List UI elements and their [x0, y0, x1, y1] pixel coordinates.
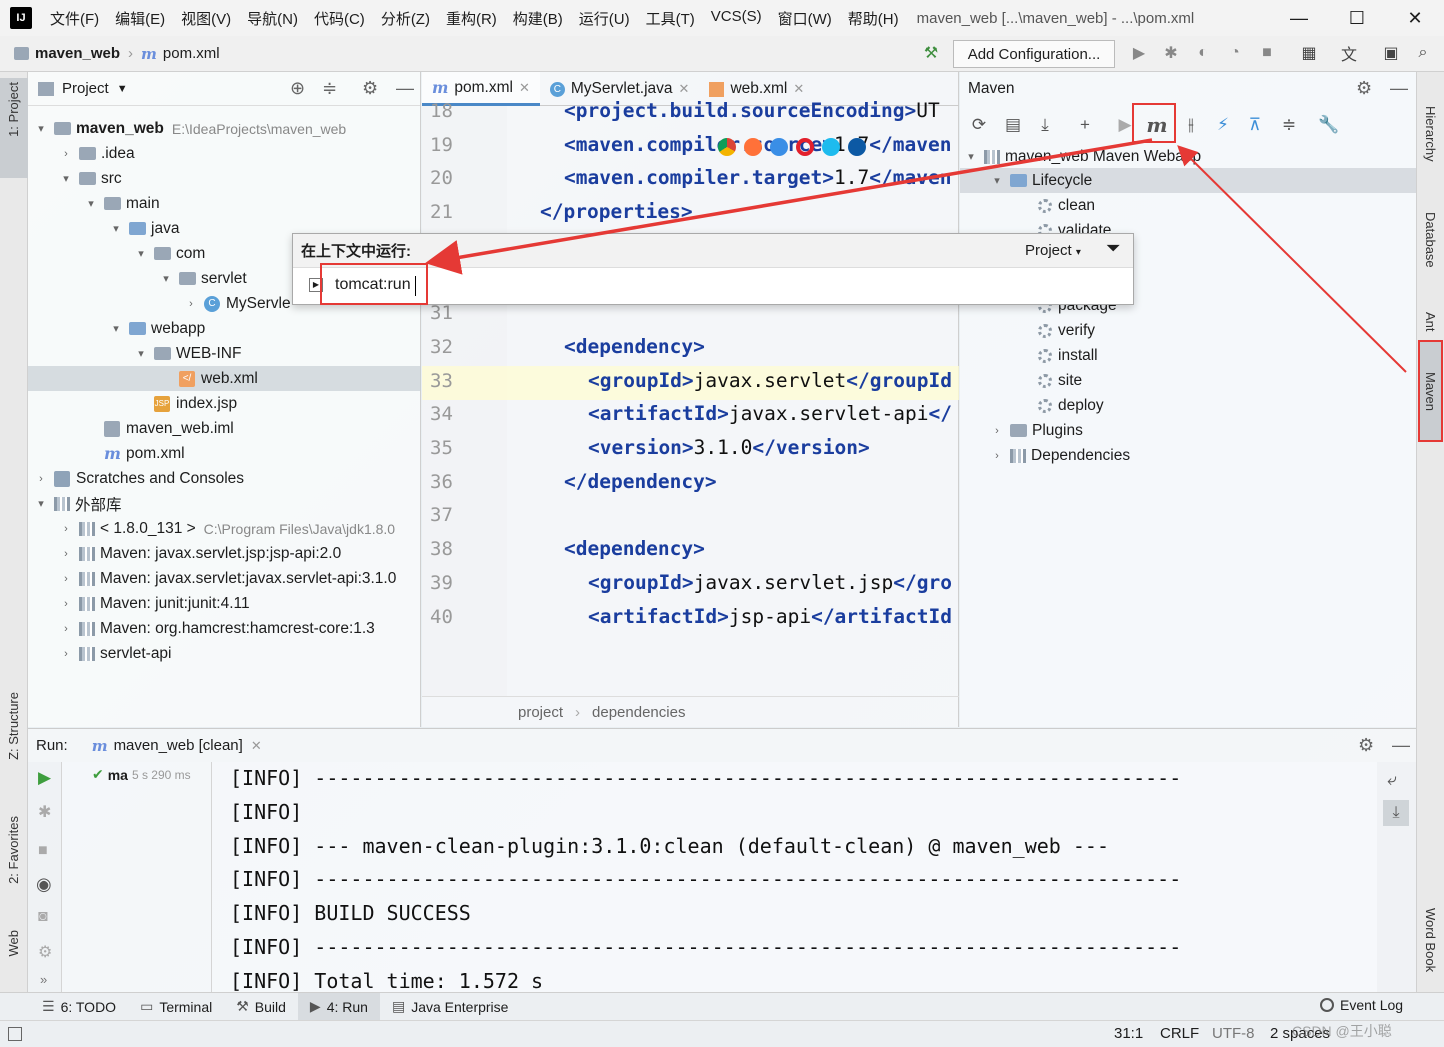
bottom-tab-label: Build	[254, 998, 286, 1015]
check-icon: ✔	[92, 766, 104, 782]
stop-icon[interactable]: ■	[38, 842, 48, 860]
status-bar: 31:1 CRLF UTF-8 2 spaces CSDN @王小聪	[0, 1020, 1444, 1047]
line-separator[interactable]: CRLF	[1160, 1025, 1199, 1042]
maven-run-icon: m	[91, 736, 108, 755]
event-log-tab[interactable]: Event Log	[1320, 997, 1403, 1013]
bottom-tab-label: 6: TODO	[60, 998, 117, 1015]
java-enterprise-icon: ▤	[391, 998, 406, 1014]
console-toolbar: ⤶ ⤓	[1377, 762, 1416, 992]
hide-panel-icon[interactable]: —	[1392, 735, 1410, 756]
build-icon: ⚒	[236, 998, 249, 1014]
run-item-time: 5 s 290 ms	[131, 767, 191, 782]
event-log-label: Event Log	[1340, 997, 1404, 1013]
debug-rerun-icon[interactable]: ✱	[38, 802, 51, 822]
bottom-tab[interactable]: ▶ 4: Run	[297, 992, 380, 1021]
run-tree-item[interactable]: ✔ ma 5 s 290 ms	[92, 766, 191, 783]
more-icon[interactable]: »	[40, 972, 47, 987]
bottom-tab-label: Java Enterprise	[411, 998, 509, 1015]
camera-icon[interactable]: ◙	[38, 908, 48, 926]
gear-icon[interactable]: ⚙	[1358, 735, 1374, 756]
file-encoding[interactable]: UTF-8	[1212, 1025, 1255, 1042]
bottom-tab[interactable]: ☰ 6: TODO	[30, 993, 128, 1021]
event-log-icon	[1320, 998, 1334, 1012]
todo-icon: ☰	[42, 998, 55, 1014]
console-line: [INFO] ---------------------------------…	[230, 766, 1182, 790]
console-line: [INFO] Total time: 1.572 s	[230, 968, 544, 992]
terminal-icon: ▭	[140, 998, 154, 1014]
bottom-tabs: ☰ 6: TODO ▭ Terminal ⚒ Build ▶ 4: Run ▤ Java Ente…	[30, 992, 521, 1021]
rerun-icon[interactable]: ▶	[38, 768, 51, 788]
soft-wrap-icon[interactable]: ⤶	[1387, 770, 1397, 790]
console-line: [INFO] --- maven-clean-plugin:3.1.0:clea…	[230, 833, 1109, 858]
console-line: [INFO] BUILD SUCCESS	[230, 901, 471, 926]
caret-position[interactable]: 31:1	[1114, 1025, 1143, 1042]
run-tree: ✔ ma 5 s 290 ms	[62, 762, 212, 992]
run-icon: ▶	[309, 998, 321, 1014]
run-panel-header: Run: m maven_web [clean] ✕ ⚙ —	[28, 728, 1416, 762]
bottom-tab-label: 4: Run	[326, 998, 368, 1015]
eye-icon[interactable]: ◉	[36, 874, 52, 895]
bottom-tab-label: Terminal	[159, 998, 213, 1015]
bottom-tab[interactable]: ⚒ Build	[224, 993, 298, 1021]
arrow-to-goal-button	[1177, 145, 1407, 373]
bottom-tab[interactable]: ▤ Java Enterprise	[380, 993, 521, 1021]
watermark: CSDN @王小聪	[1292, 1023, 1392, 1039]
console-line: [INFO]	[230, 799, 303, 824]
console-line: [INFO] ---------------------------------…	[230, 867, 1182, 892]
arrow-to-input	[425, 138, 1153, 275]
console-line: [INFO] ---------------------------------…	[230, 935, 1182, 959]
scroll-to-end-icon[interactable]: ⤓	[1383, 800, 1409, 826]
close-tab-icon[interactable]: ✕	[251, 738, 262, 754]
toggle-tool-windows-icon[interactable]	[8, 1027, 22, 1041]
run-tab[interactable]: maven_web [clean]	[114, 737, 243, 754]
settings-icon[interactable]: ⚙	[38, 942, 52, 962]
run-toolbar: ▶ ✱ ■ ◉ ◙ ⚙ »	[28, 762, 62, 992]
console-output[interactable]: [INFO] ---------------------------------…	[212, 762, 1377, 992]
run-item-label: ma	[107, 766, 128, 783]
bottom-tool-bar: ☰ 6: TODO ▭ Terminal ⚒ Build ▶ 4: Run ▤ Java Ente…	[0, 992, 1444, 1021]
run-label: Run:	[36, 737, 68, 754]
bottom-tab[interactable]: ▭ Terminal	[128, 993, 224, 1021]
